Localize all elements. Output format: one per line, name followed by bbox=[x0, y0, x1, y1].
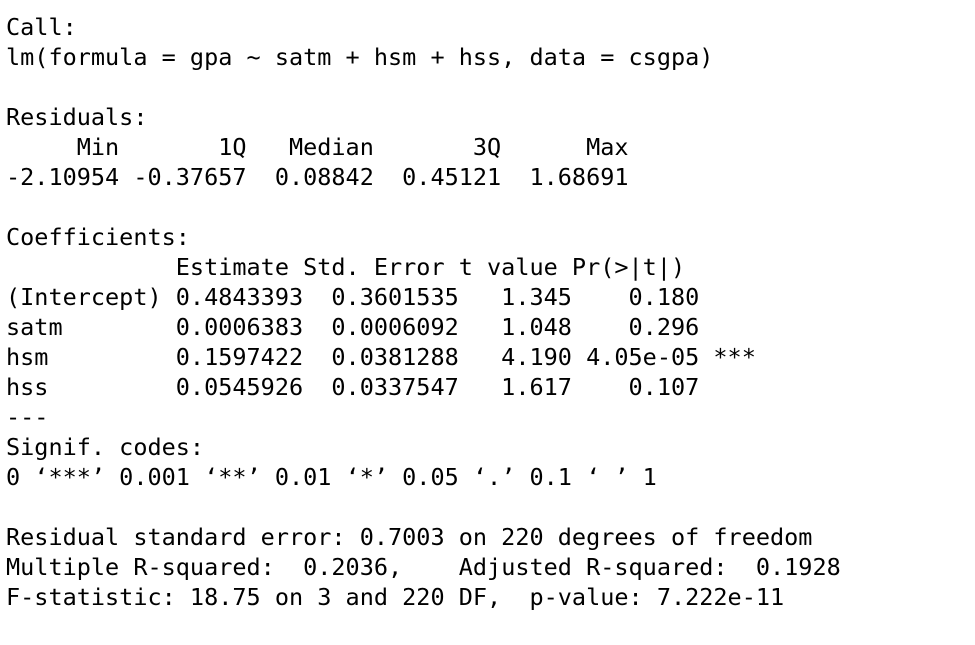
call-formula: lm(formula = gpa ~ satm + hsm + hss, dat… bbox=[6, 43, 714, 71]
coefficient-row-satm: satm 0.0006383 0.0006092 1.048 0.296 bbox=[6, 313, 756, 341]
separator-line: --- bbox=[6, 403, 49, 431]
coefficients-header-row: Estimate Std. Error t value Pr(>|t|) bbox=[6, 253, 742, 281]
coefficients-heading: Coefficients: bbox=[6, 223, 190, 251]
residual-standard-error: Residual standard error: 0.7003 on 220 d… bbox=[6, 523, 813, 551]
r-console-output: Call: lm(formula = gpa ~ satm + hsm + hss… bbox=[6, 12, 855, 612]
call-heading: Call: bbox=[6, 13, 77, 41]
coefficient-row-intercept: (Intercept) 0.4843393 0.3601535 1.345 0.… bbox=[6, 283, 756, 311]
coefficient-row-hss: hss 0.0545926 0.0337547 1.617 0.107 bbox=[6, 373, 756, 401]
residuals-header-row: Min 1Q Median 3Q Max bbox=[6, 133, 643, 161]
r-squared-line: Multiple R-squared: 0.2036, Adjusted R-s… bbox=[6, 553, 855, 581]
signif-codes-heading: Signif. codes: bbox=[6, 433, 233, 461]
coefficient-row-hsm: hsm 0.1597422 0.0381288 4.190 4.05e-05 *… bbox=[6, 343, 756, 371]
signif-codes-legend: 0 ‘***’ 0.001 ‘**’ 0.01 ‘*’ 0.05 ‘.’ 0.1… bbox=[6, 463, 657, 491]
residuals-values-row: -2.10954 -0.37657 0.08842 0.45121 1.6869… bbox=[6, 163, 643, 191]
residuals-heading: Residuals: bbox=[6, 103, 148, 131]
f-statistic-line: F-statistic: 18.75 on 3 and 220 DF, p-va… bbox=[6, 583, 785, 611]
